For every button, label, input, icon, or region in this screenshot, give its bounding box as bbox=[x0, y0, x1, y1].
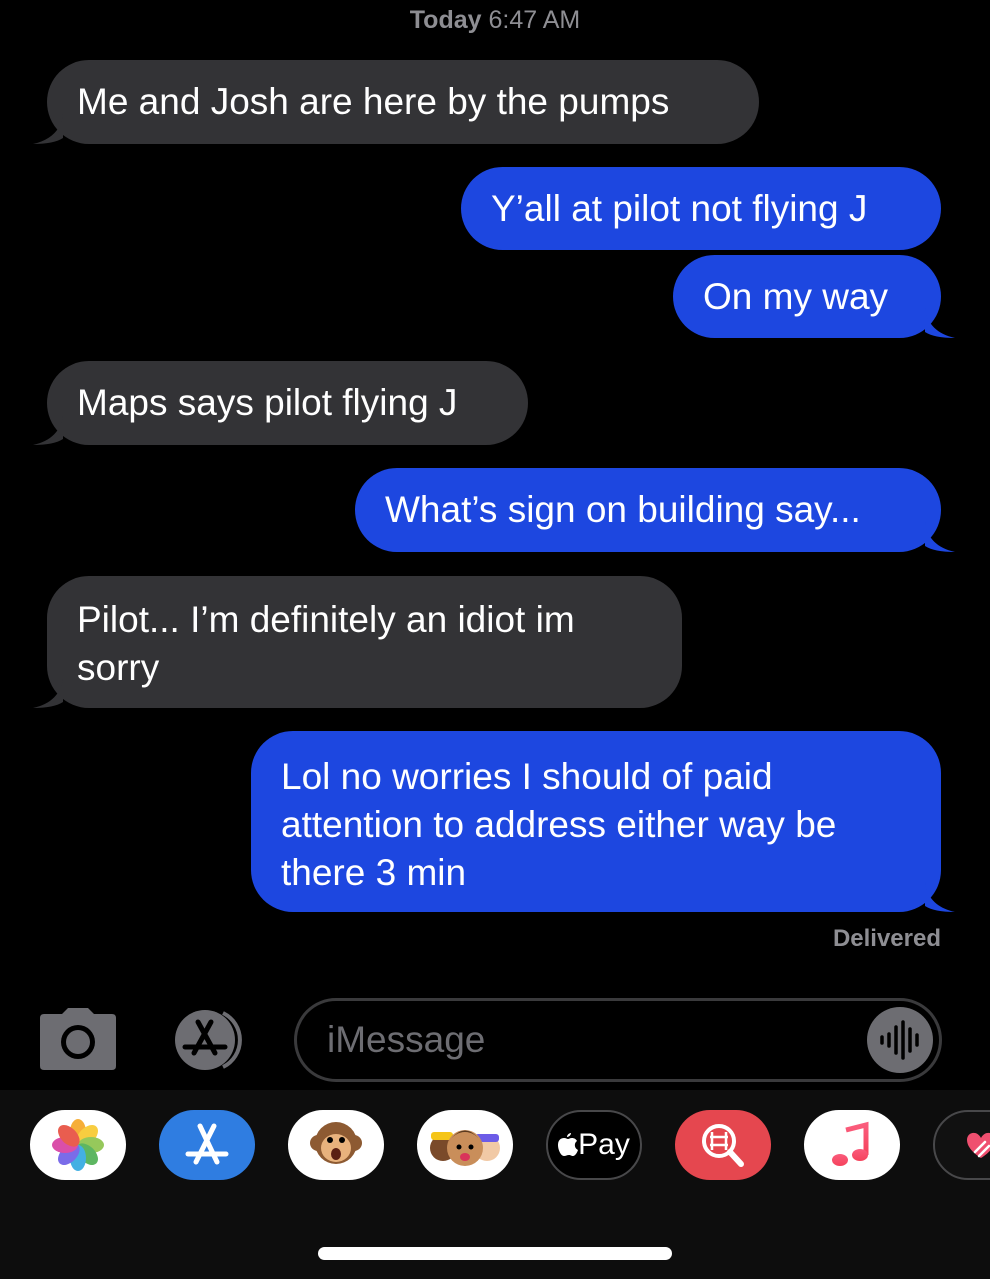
bubble-tail bbox=[925, 522, 955, 552]
bubble-tail bbox=[925, 882, 955, 912]
audio-message-button[interactable] bbox=[867, 1007, 933, 1073]
waveform-icon bbox=[880, 1020, 919, 1060]
digital-touch-app[interactable] bbox=[933, 1110, 990, 1180]
message-text: Lol no worries I should of paid attentio… bbox=[281, 756, 837, 893]
message-bubble-sent[interactable]: Lol no worries I should of paid attentio… bbox=[251, 731, 955, 912]
timestamp-day: Today bbox=[409, 6, 482, 34]
music-icon bbox=[832, 1121, 869, 1166]
web-images-app[interactable] bbox=[675, 1110, 771, 1180]
delivered-status: Delivered bbox=[832, 925, 941, 952]
message-text: Y’all at pilot not flying J bbox=[491, 188, 868, 229]
message-text: On my way bbox=[703, 276, 889, 317]
message-bubble-received[interactable]: Maps says pilot flying J bbox=[33, 361, 528, 445]
message-bubble-received[interactable]: Pilot... I’m definitely an idiot im sorr… bbox=[33, 576, 682, 708]
animoji-monkey-icon bbox=[310, 1122, 362, 1164]
app-store-icon bbox=[185, 1123, 229, 1165]
apple-pay-icon bbox=[558, 1133, 579, 1156]
conversation-timestamp: Today 6:47 AM bbox=[0, 6, 990, 35]
imessage-input[interactable]: iMessage bbox=[294, 998, 942, 1082]
web-images-icon bbox=[702, 1124, 744, 1167]
message-bubble-sent[interactable]: Y’all at pilot not flying J bbox=[461, 167, 941, 250]
camera-icon bbox=[40, 1008, 116, 1070]
memoji-icon bbox=[430, 1130, 500, 1166]
bubble-tail bbox=[33, 114, 63, 144]
imessage-placeholder: iMessage bbox=[327, 1019, 486, 1060]
digital-touch-icon bbox=[967, 1133, 990, 1158]
animoji-app[interactable] bbox=[288, 1110, 384, 1180]
apple-pay-label: Pay bbox=[578, 1128, 630, 1161]
photos-icon bbox=[52, 1119, 104, 1171]
photos-app[interactable] bbox=[30, 1110, 126, 1180]
message-bubble-sent[interactable]: What’s sign on building say... bbox=[355, 468, 955, 552]
app-store-button[interactable] bbox=[165, 1009, 253, 1071]
memoji-app[interactable] bbox=[417, 1110, 513, 1180]
music-app[interactable] bbox=[804, 1110, 900, 1180]
home-indicator[interactable] bbox=[318, 1247, 672, 1260]
timestamp-time: 6:47 AM bbox=[488, 6, 581, 34]
bubble-tail bbox=[33, 678, 63, 708]
apple-pay-app[interactable]: Pay bbox=[546, 1110, 642, 1180]
message-text: What’s sign on building say... bbox=[385, 489, 861, 530]
message-text: Maps says pilot flying J bbox=[77, 382, 458, 423]
camera-button[interactable] bbox=[40, 1008, 116, 1070]
app-store-icon bbox=[175, 1010, 242, 1070]
message-text: Pilot... I’m definitely an idiot im sorr… bbox=[77, 599, 575, 688]
bubble-tail bbox=[33, 415, 63, 445]
message-bubble-sent[interactable]: On my way bbox=[673, 255, 955, 338]
message-bubble-received[interactable]: Me and Josh are here by the pumps bbox=[33, 60, 759, 144]
message-text: Me and Josh are here by the pumps bbox=[77, 81, 670, 122]
bubble-tail bbox=[925, 308, 955, 338]
app-store-app[interactable] bbox=[159, 1110, 255, 1180]
